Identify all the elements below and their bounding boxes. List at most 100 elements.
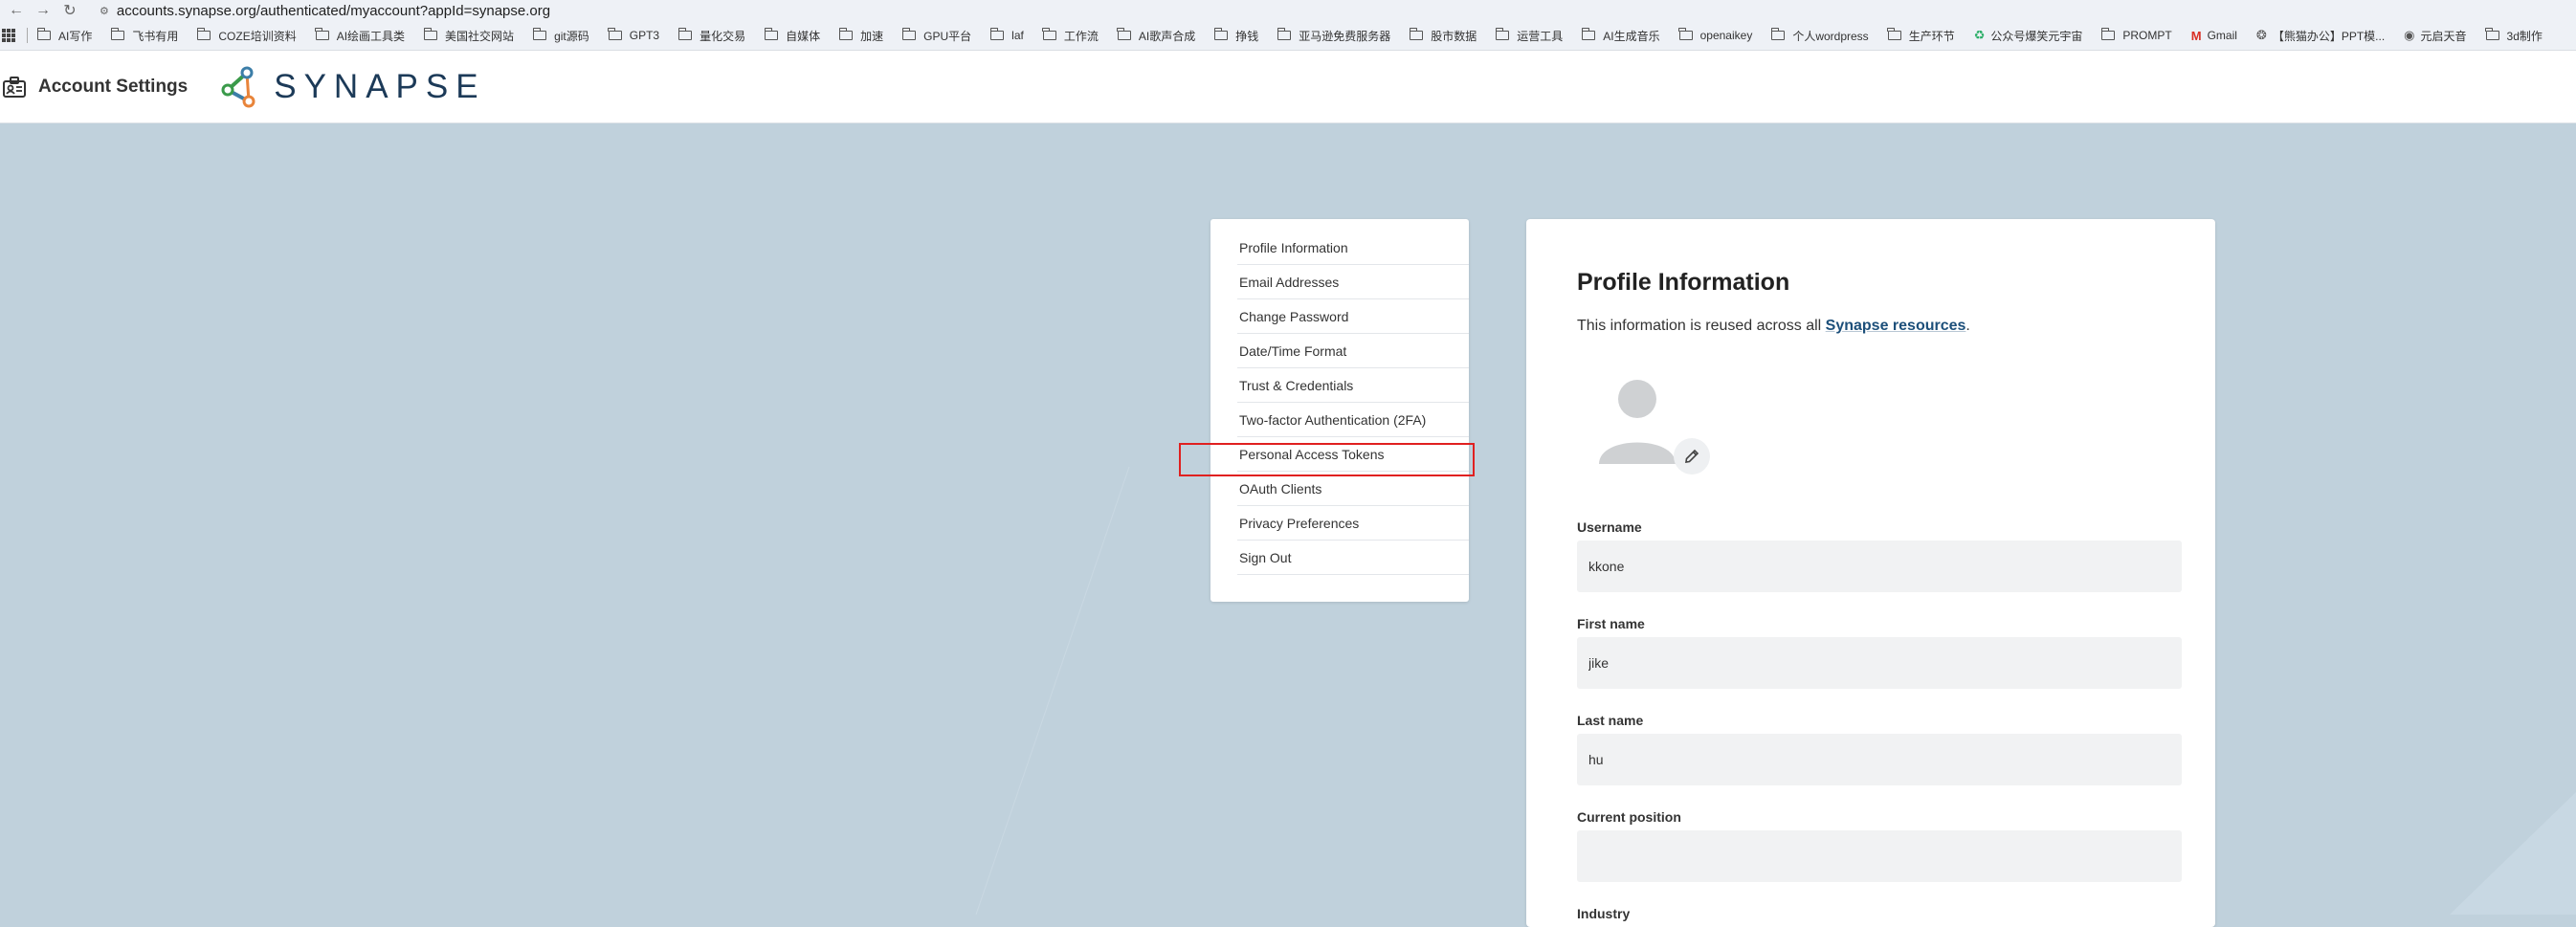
bookmark-label: openaikey bbox=[1699, 29, 1753, 42]
bookmark-label: AI绘画工具类 bbox=[336, 29, 406, 43]
bookmark-label: 加速 bbox=[860, 29, 884, 43]
bookmark-item[interactable]: openaikey bbox=[1678, 28, 1753, 42]
bookmark-item[interactable]: M Gmail bbox=[2191, 29, 2237, 43]
current-position-field[interactable] bbox=[1577, 830, 2182, 882]
folder-icon bbox=[315, 28, 329, 40]
last-name-label: Last name bbox=[1577, 713, 1644, 728]
folder-icon bbox=[1887, 28, 1901, 40]
gmail-icon: M bbox=[2190, 28, 2202, 43]
menu-item-sign-out[interactable]: Sign Out bbox=[1237, 541, 1469, 575]
bookmark-item[interactable]: ♻ 公众号爆笑元宇宙 bbox=[1974, 28, 2083, 44]
menu-item-personal-access-tokens[interactable]: Personal Access Tokens bbox=[1237, 437, 1469, 472]
folder-icon bbox=[608, 28, 622, 40]
menu-item-two-factor-authentication-2fa[interactable]: Two-factor Authentication (2FA) bbox=[1237, 403, 1469, 437]
menu-item-oauth-clients[interactable]: OAuth Clients bbox=[1237, 472, 1469, 506]
reload-icon[interactable]: ↻ bbox=[59, 1, 80, 20]
url-field[interactable]: ⚙ accounts.synapse.org/authenticated/mya… bbox=[100, 2, 550, 19]
menu-item-privacy-preferences[interactable]: Privacy Preferences bbox=[1237, 506, 1469, 541]
bookmark-item[interactable]: 亚马逊免费服务器 bbox=[1277, 28, 1390, 44]
bookmark-label: COZE培训资料 bbox=[218, 29, 297, 43]
bookmark-label: AI生成音乐 bbox=[1603, 29, 1660, 43]
bookmark-item[interactable]: 3d制作 bbox=[2485, 28, 2543, 44]
folder-icon bbox=[1409, 28, 1424, 40]
bookmark-label: 元启天音 bbox=[2420, 29, 2467, 43]
bookmark-item[interactable]: 加速 bbox=[838, 28, 884, 44]
bookmark-item[interactable]: PROMPT bbox=[2100, 28, 2172, 42]
menu-item-trust-credentials[interactable]: Trust & Credentials bbox=[1237, 368, 1469, 403]
folder-icon bbox=[1495, 28, 1510, 40]
page-title: Profile Information bbox=[1577, 269, 1790, 296]
profile-intro-text: This information is reused across all Sy… bbox=[1577, 318, 1970, 335]
bookmark-label: PROMPT bbox=[2122, 29, 2172, 42]
avatar-placeholder-icon bbox=[1599, 380, 1676, 464]
folder-icon bbox=[532, 28, 547, 40]
menu-item-date-time-format[interactable]: Date/Time Format bbox=[1237, 334, 1469, 368]
folder-icon bbox=[1581, 28, 1596, 40]
folder-icon bbox=[1117, 28, 1131, 40]
folder-icon bbox=[1678, 28, 1693, 40]
globe-icon: ◉ bbox=[2404, 28, 2415, 42]
intro-suffix: . bbox=[1965, 318, 1970, 334]
bookmark-item[interactable]: GPT3 bbox=[608, 28, 660, 42]
bookmark-label: GPU平台 bbox=[923, 29, 972, 43]
folder-icon bbox=[764, 28, 779, 40]
bookmark-label: AI歌声合成 bbox=[1138, 29, 1196, 43]
bookmark-label: 挣钱 bbox=[1235, 29, 1259, 43]
bookmark-item[interactable]: GPU平台 bbox=[901, 28, 972, 44]
bookmark-label: 量化交易 bbox=[700, 29, 746, 43]
url-text: accounts.synapse.org/authenticated/myacc… bbox=[116, 2, 551, 19]
bookmark-item[interactable]: AI绘画工具类 bbox=[315, 28, 406, 44]
bookmark-item[interactable]: 飞书有用 bbox=[110, 28, 178, 44]
settings-side-menu: Profile Information Email Addresses Change… bbox=[1210, 219, 1469, 602]
bookmark-item[interactable]: COZE培训资料 bbox=[196, 28, 297, 44]
bookmark-label: 自媒体 bbox=[786, 29, 821, 43]
bookmark-item[interactable]: 工作流 bbox=[1042, 28, 1099, 44]
bookmark-item[interactable]: ❂ 【熊猫办公】PPT模... bbox=[2256, 28, 2385, 44]
profile-card: Profile Information This information is … bbox=[1526, 219, 2215, 927]
menu-item-profile-information[interactable]: Profile Information bbox=[1237, 231, 1469, 265]
bookmark-item[interactable]: 运营工具 bbox=[1495, 28, 1563, 44]
folder-icon bbox=[901, 28, 917, 40]
bookmark-item[interactable]: 个人wordpress bbox=[1770, 28, 1869, 44]
app-header: Account Settings SYNAPSE bbox=[0, 51, 2576, 123]
bookmark-label: 个人wordpress bbox=[1792, 29, 1869, 43]
username-field[interactable] bbox=[1577, 541, 2182, 592]
synapse-logo-text[interactable]: SYNAPSE bbox=[274, 68, 485, 106]
synapse-resources-link[interactable]: Synapse resources bbox=[1826, 318, 1966, 334]
bookmark-item[interactable]: 美国社交网站 bbox=[423, 28, 515, 44]
bookmark-item[interactable]: 股市数据 bbox=[1409, 28, 1477, 44]
apps-grid-icon[interactable] bbox=[2, 29, 15, 42]
folder-icon bbox=[2485, 28, 2499, 40]
menu-item-email-addresses[interactable]: Email Addresses bbox=[1237, 265, 1469, 299]
last-name-field[interactable] bbox=[1577, 734, 2182, 785]
bookmark-label: 美国社交网站 bbox=[445, 29, 515, 43]
back-icon[interactable]: ← bbox=[6, 2, 27, 19]
folder-icon bbox=[2100, 28, 2116, 40]
bookmark-item[interactable]: AI歌声合成 bbox=[1117, 28, 1196, 44]
bookmark-item[interactable]: 量化交易 bbox=[677, 28, 746, 44]
bookmarks-bar: AI写作 飞书有用 COZE培训资料 AI绘画工具类 美国社交网站 git源码 GPT3 量化… bbox=[0, 21, 2576, 51]
bookmark-item[interactable]: 生产环节 bbox=[1887, 28, 1955, 44]
first-name-field[interactable] bbox=[1577, 637, 2182, 689]
bookmark-item[interactable]: ◉ 元启天音 bbox=[2404, 28, 2466, 44]
bookmark-item[interactable]: laf bbox=[989, 28, 1024, 42]
synapse-logo-icon[interactable] bbox=[218, 65, 262, 109]
bookmark-label: GPT3 bbox=[629, 29, 660, 42]
forward-icon[interactable]: → bbox=[33, 2, 54, 19]
folder-icon bbox=[110, 28, 125, 40]
menu-item-change-password[interactable]: Change Password bbox=[1237, 299, 1469, 334]
bookmark-item[interactable]: AI生成音乐 bbox=[1581, 28, 1660, 44]
folder-icon bbox=[1042, 28, 1056, 40]
folder-icon bbox=[1213, 28, 1229, 40]
bookmark-label: 3d制作 bbox=[2506, 29, 2543, 43]
folder-icon bbox=[1277, 28, 1292, 40]
bookmark-label: AI写作 bbox=[58, 29, 93, 43]
site-info-icon[interactable]: ⚙ bbox=[100, 5, 109, 17]
bookmark-label: Gmail bbox=[2207, 29, 2237, 42]
bookmark-item[interactable]: AI写作 bbox=[36, 28, 93, 44]
bookmark-item[interactable]: 挣钱 bbox=[1213, 28, 1259, 44]
bookmark-item[interactable]: git源码 bbox=[532, 28, 589, 44]
edit-avatar-button[interactable] bbox=[1674, 438, 1710, 475]
bookmark-label: 亚马逊免费服务器 bbox=[1299, 29, 1391, 43]
bookmark-item[interactable]: 自媒体 bbox=[764, 28, 821, 44]
